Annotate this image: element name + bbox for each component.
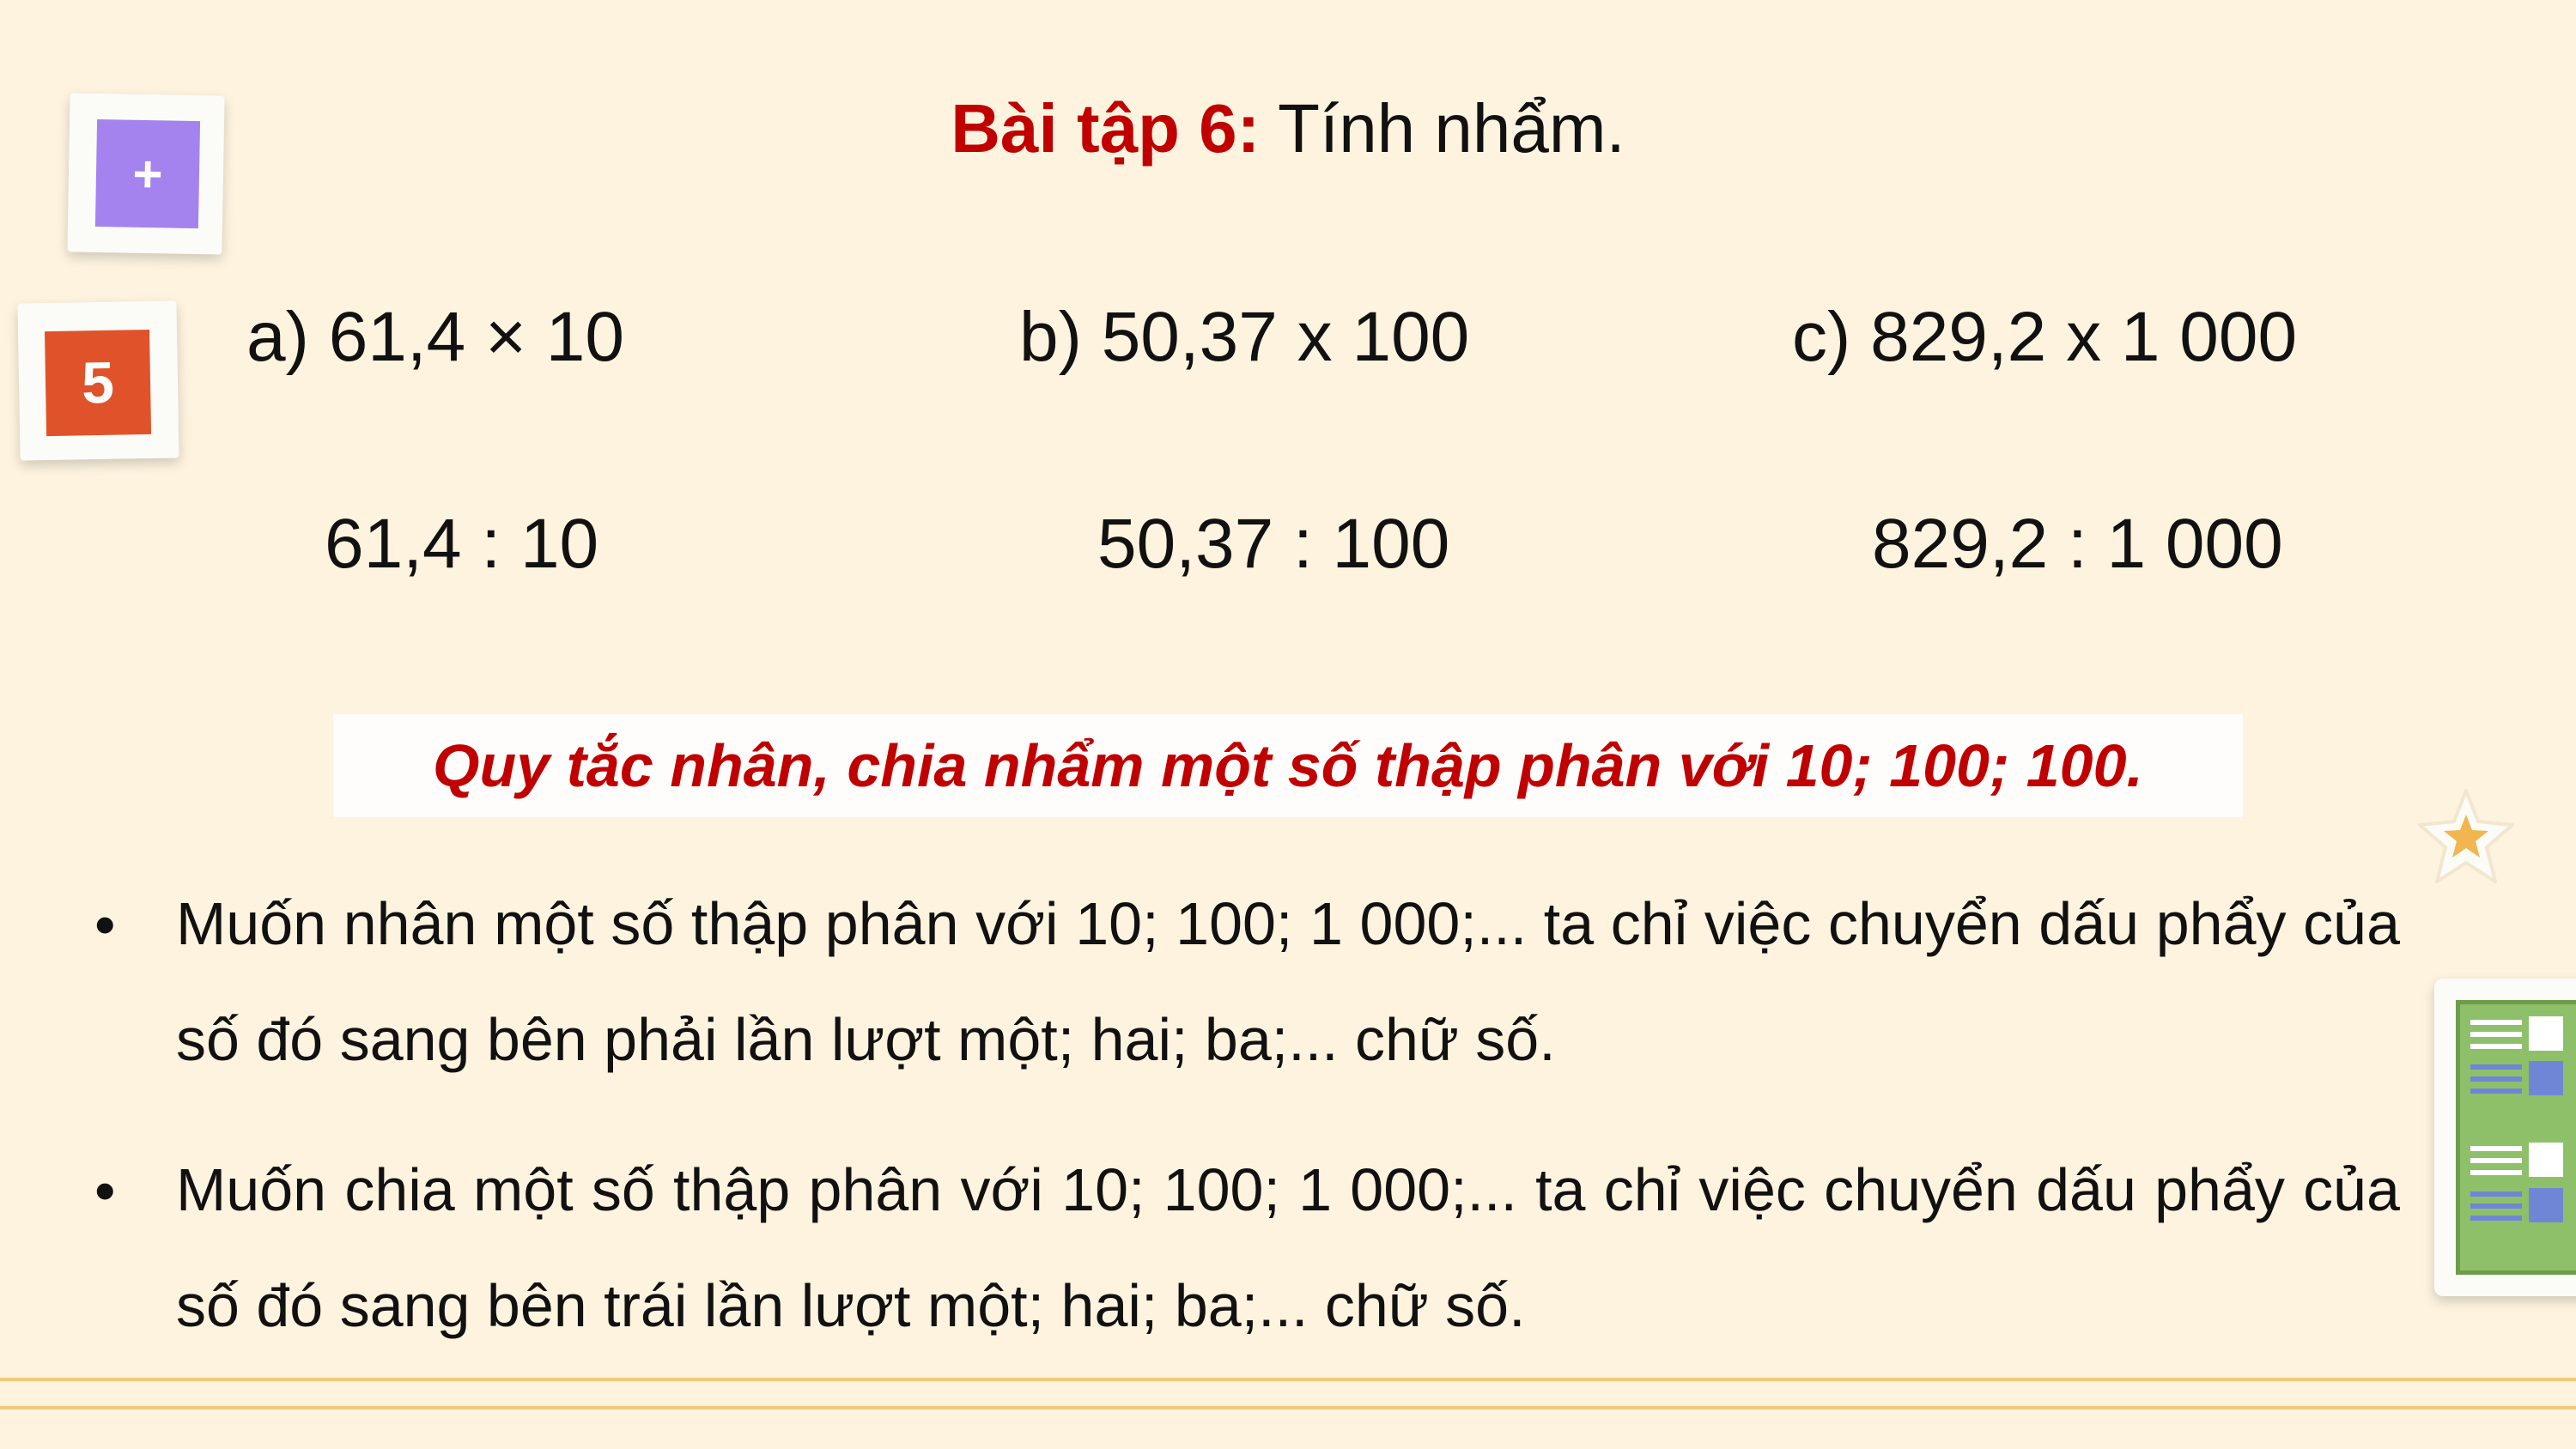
notebook-page — [2456, 1000, 2576, 1275]
rule-multiply-text: Muốn nhân một số thập phân với 10; 100; … — [176, 890, 2400, 1073]
slide-number: 5 — [44, 329, 152, 437]
slide-number-badge: 5 — [17, 300, 179, 461]
exercise-label: Bài tập 6: — [951, 90, 1261, 167]
exercise-instruction: Tính nhẩm. — [1260, 90, 1625, 167]
divider-line — [0, 1378, 2576, 1381]
exercise-a-multiply: a) 61,4 × 10 — [246, 298, 624, 376]
rule-divide-text: Muốn chia một số thập phân với 10; 100; … — [176, 1156, 2400, 1339]
bullet-marker: • — [94, 891, 116, 958]
bullet-marker: • — [94, 1157, 116, 1224]
rule-heading: Quy tắc nhân, chia nhẩm một số thập phân… — [433, 732, 2143, 799]
exercise-c-divide: 829,2 : 1 000 — [1872, 505, 2283, 583]
exercise-a-divide: 61,4 : 10 — [325, 505, 599, 583]
star-icon — [2418, 789, 2514, 883]
exercise-b-divide: 50,37 : 100 — [1097, 505, 1450, 583]
rule-heading-box: Quy tắc nhân, chia nhẩm một số thập phân… — [333, 714, 2243, 817]
notebook-icon — [2434, 979, 2576, 1296]
divider-line — [0, 1406, 2576, 1410]
exercise-c-multiply: c) 829,2 x 1 000 — [1792, 298, 2298, 376]
notebook-lines-icon — [2470, 1016, 2563, 1222]
exercise-b-multiply: b) 50,37 x 100 — [1019, 298, 1470, 376]
page-title: Bài tập 6: Tính nhẩm. — [0, 86, 2576, 172]
